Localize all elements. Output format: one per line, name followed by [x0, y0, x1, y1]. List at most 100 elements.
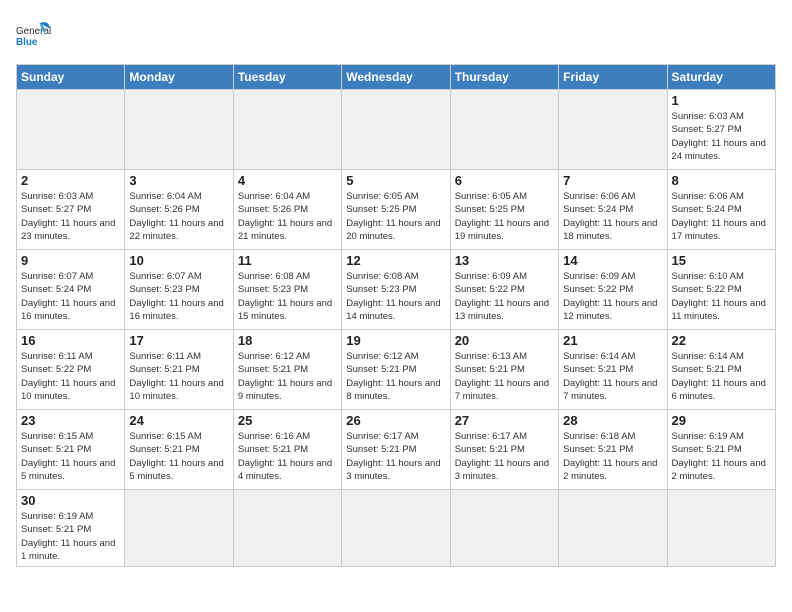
weekday-header-monday: Monday — [125, 65, 233, 90]
day-info: Sunrise: 6:03 AM Sunset: 5:27 PM Dayligh… — [672, 110, 771, 163]
weekday-header-saturday: Saturday — [667, 65, 775, 90]
day-number: 4 — [238, 173, 337, 188]
day-number: 17 — [129, 333, 228, 348]
day-info: Sunrise: 6:05 AM Sunset: 5:25 PM Dayligh… — [346, 190, 445, 243]
calendar-cell: 23 Sunrise: 6:15 AM Sunset: 5:21 PM Dayli… — [17, 410, 125, 490]
calendar-cell: 25Sunrise: 6:16 AM Sunset: 5:21 PM Dayli… — [233, 410, 341, 490]
day-number: 24 — [129, 413, 228, 428]
day-info: Sunrise: 6:14 AM Sunset: 5:21 PM Dayligh… — [672, 350, 771, 403]
day-info: Sunrise: 6:11 AM Sunset: 5:22 PM Dayligh… — [21, 350, 120, 403]
calendar-cell: 19 Sunrise: 6:12 AM Sunset: 5:21 PM Dayli… — [342, 330, 450, 410]
calendar-cell — [17, 90, 125, 170]
day-number: 23 — [21, 413, 120, 428]
day-number: 28 — [563, 413, 662, 428]
calendar-cell: 3 Sunrise: 6:04 AM Sunset: 5:26 PM Daylig… — [125, 170, 233, 250]
calendar-cell: 29 Sunrise: 6:19 AM Sunset: 5:21 PM Dayli… — [667, 410, 775, 490]
calendar-cell — [233, 490, 341, 567]
calendar-cell: 8 Sunrise: 6:06 AM Sunset: 5:24 PM Daylig… — [667, 170, 775, 250]
day-info: Sunrise: 6:12 AM Sunset: 5:21 PM Dayligh… — [238, 350, 337, 403]
day-number: 29 — [672, 413, 771, 428]
calendar-cell: 16 Sunrise: 6:11 AM Sunset: 5:22 PM Dayli… — [17, 330, 125, 410]
day-info: Sunrise: 6:15 AM Sunset: 5:21 PM Dayligh… — [21, 430, 120, 483]
calendar-cell — [559, 490, 667, 567]
weekday-header-tuesday: Tuesday — [233, 65, 341, 90]
day-info: Sunrise: 6:08 AM Sunset: 5:23 PM Dayligh… — [238, 270, 337, 323]
calendar-cell: 20 Sunrise: 6:13 AM Sunset: 5:21 PM Dayli… — [450, 330, 558, 410]
day-info: Sunrise: 6:05 AM Sunset: 5:25 PM Dayligh… — [455, 190, 554, 243]
weekday-header-wednesday: Wednesday — [342, 65, 450, 90]
calendar-cell: 11Sunrise: 6:08 AM Sunset: 5:23 PM Dayli… — [233, 250, 341, 330]
day-number: 2 — [21, 173, 120, 188]
day-number: 27 — [455, 413, 554, 428]
calendar-cell: 13 Sunrise: 6:09 AM Sunset: 5:22 PM Dayli… — [450, 250, 558, 330]
day-info: Sunrise: 6:10 AM Sunset: 5:22 PM Dayligh… — [672, 270, 771, 323]
day-info: Sunrise: 6:18 AM Sunset: 5:21 PM Dayligh… — [563, 430, 662, 483]
calendar-cell: 2 Sunrise: 6:03 AM Sunset: 5:27 PM Daylig… — [17, 170, 125, 250]
day-info: Sunrise: 6:04 AM Sunset: 5:26 PM Dayligh… — [238, 190, 337, 243]
day-number: 6 — [455, 173, 554, 188]
day-number: 18 — [238, 333, 337, 348]
day-number: 21 — [563, 333, 662, 348]
day-info: Sunrise: 6:19 AM Sunset: 5:21 PM Dayligh… — [672, 430, 771, 483]
day-info: Sunrise: 6:16 AM Sunset: 5:21 PM Dayligh… — [238, 430, 337, 483]
day-info: Sunrise: 6:06 AM Sunset: 5:24 PM Dayligh… — [563, 190, 662, 243]
day-number: 13 — [455, 253, 554, 268]
day-number: 1 — [672, 93, 771, 108]
day-info: Sunrise: 6:09 AM Sunset: 5:22 PM Dayligh… — [455, 270, 554, 323]
calendar-cell: 9Sunrise: 6:07 AM Sunset: 5:24 PM Daylig… — [17, 250, 125, 330]
day-info: Sunrise: 6:07 AM Sunset: 5:23 PM Dayligh… — [129, 270, 228, 323]
calendar-cell: 17Sunrise: 6:11 AM Sunset: 5:21 PM Dayli… — [125, 330, 233, 410]
day-number: 7 — [563, 173, 662, 188]
day-info: Sunrise: 6:09 AM Sunset: 5:22 PM Dayligh… — [563, 270, 662, 323]
calendar-cell: 24 Sunrise: 6:15 AM Sunset: 5:21 PM Dayli… — [125, 410, 233, 490]
day-number: 16 — [21, 333, 120, 348]
day-number: 10 — [129, 253, 228, 268]
calendar-cell — [233, 90, 341, 170]
logo: General Blue — [16, 16, 52, 52]
svg-text:General: General — [16, 26, 51, 37]
day-number: 8 — [672, 173, 771, 188]
day-info: Sunrise: 6:17 AM Sunset: 5:21 PM Dayligh… — [455, 430, 554, 483]
calendar-cell — [450, 90, 558, 170]
calendar-cell: 26 Sunrise: 6:17 AM Sunset: 5:21 PM Dayli… — [342, 410, 450, 490]
day-number: 20 — [455, 333, 554, 348]
calendar-cell — [667, 490, 775, 567]
calendar-cell — [559, 90, 667, 170]
weekday-header-sunday: Sunday — [17, 65, 125, 90]
day-number: 5 — [346, 173, 445, 188]
calendar-cell: 4 Sunrise: 6:04 AM Sunset: 5:26 PM Daylig… — [233, 170, 341, 250]
day-number: 22 — [672, 333, 771, 348]
day-info: Sunrise: 6:19 AM Sunset: 5:21 PM Dayligh… — [21, 510, 120, 563]
day-info: Sunrise: 6:04 AM Sunset: 5:26 PM Dayligh… — [129, 190, 228, 243]
day-number: 19 — [346, 333, 445, 348]
calendar-cell: 6 Sunrise: 6:05 AM Sunset: 5:25 PM Daylig… — [450, 170, 558, 250]
day-info: Sunrise: 6:13 AM Sunset: 5:21 PM Dayligh… — [455, 350, 554, 403]
calendar-cell: 15 Sunrise: 6:10 AM Sunset: 5:22 PM Dayli… — [667, 250, 775, 330]
day-info: Sunrise: 6:06 AM Sunset: 5:24 PM Dayligh… — [672, 190, 771, 243]
day-info: Sunrise: 6:12 AM Sunset: 5:21 PM Dayligh… — [346, 350, 445, 403]
day-info: Sunrise: 6:17 AM Sunset: 5:21 PM Dayligh… — [346, 430, 445, 483]
svg-text:Blue: Blue — [16, 37, 38, 48]
calendar-cell — [125, 90, 233, 170]
day-number: 15 — [672, 253, 771, 268]
calendar-cell: 1 Sunrise: 6:03 AM Sunset: 5:27 PM Daylig… — [667, 90, 775, 170]
day-info: Sunrise: 6:03 AM Sunset: 5:27 PM Dayligh… — [21, 190, 120, 243]
calendar-cell: 27 Sunrise: 6:17 AM Sunset: 5:21 PM Dayli… — [450, 410, 558, 490]
calendar-cell: 22 Sunrise: 6:14 AM Sunset: 5:21 PM Dayli… — [667, 330, 775, 410]
calendar-cell: 18 Sunrise: 6:12 AM Sunset: 5:21 PM Dayli… — [233, 330, 341, 410]
calendar-cell: 10 Sunrise: 6:07 AM Sunset: 5:23 PM Dayli… — [125, 250, 233, 330]
calendar-cell — [450, 490, 558, 567]
day-info: Sunrise: 6:15 AM Sunset: 5:21 PM Dayligh… — [129, 430, 228, 483]
calendar-cell: 28 Sunrise: 6:18 AM Sunset: 5:21 PM Dayli… — [559, 410, 667, 490]
calendar-cell: 5 Sunrise: 6:05 AM Sunset: 5:25 PM Daylig… — [342, 170, 450, 250]
page-header: General Blue — [16, 16, 776, 52]
day-number: 26 — [346, 413, 445, 428]
calendar-cell: 7 Sunrise: 6:06 AM Sunset: 5:24 PM Daylig… — [559, 170, 667, 250]
weekday-header-thursday: Thursday — [450, 65, 558, 90]
day-number: 12 — [346, 253, 445, 268]
calendar-cell: 14Sunrise: 6:09 AM Sunset: 5:22 PM Dayli… — [559, 250, 667, 330]
day-number: 3 — [129, 173, 228, 188]
day-number: 30 — [21, 493, 120, 508]
calendar-cell: 21Sunrise: 6:14 AM Sunset: 5:21 PM Dayli… — [559, 330, 667, 410]
calendar-cell: 30 Sunrise: 6:19 AM Sunset: 5:21 PM Dayli… — [17, 490, 125, 567]
